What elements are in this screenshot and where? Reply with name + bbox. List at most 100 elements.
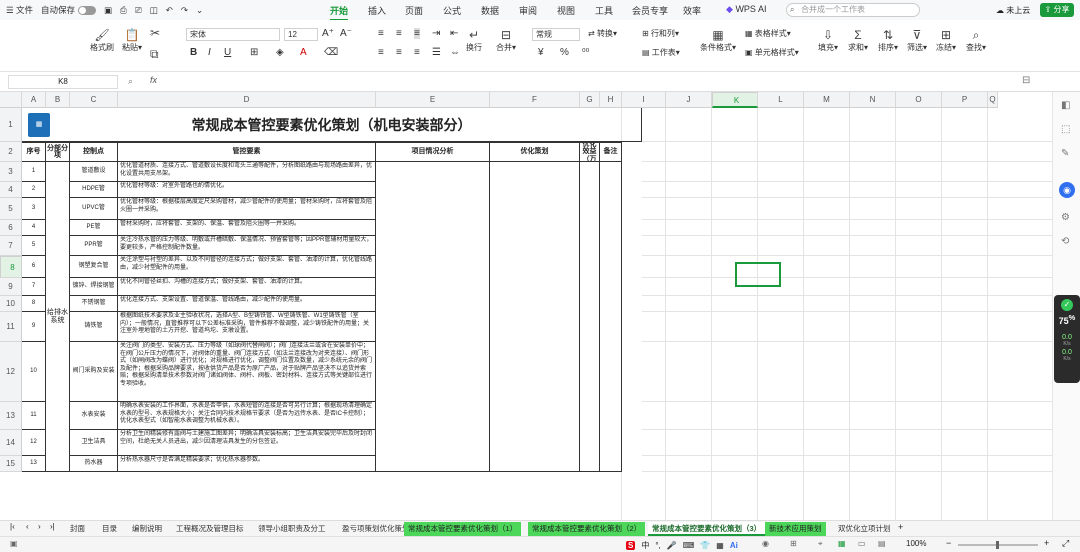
prev-sheet-icon[interactable]: ‹ xyxy=(26,522,29,531)
page-layout-icon[interactable]: ▭ xyxy=(858,539,866,548)
row-header-7[interactable]: 7 xyxy=(0,236,22,256)
sheet-tab-cost-2[interactable]: 常规成本管控要素优化策划（2） xyxy=(528,522,646,536)
copy-icon[interactable]: ⧉ xyxy=(150,47,159,61)
sum-button[interactable]: Σ 求和▾ xyxy=(848,28,868,53)
row-header-13[interactable]: 13 xyxy=(0,402,22,430)
row-no[interactable]: 11 xyxy=(22,402,46,430)
row-header-15[interactable]: 15 xyxy=(0,456,22,472)
row-header-9[interactable]: 9 xyxy=(0,278,22,296)
row-header-2[interactable]: 2 xyxy=(0,142,22,162)
row-header-10[interactable]: 10 xyxy=(0,296,22,312)
backup-icon[interactable]: ⟲ xyxy=(1061,236,1069,247)
next-sheet-icon[interactable]: › xyxy=(38,522,41,531)
justify-icon[interactable]: ☰ xyxy=(432,47,441,58)
undo-icon[interactable]: ↶ xyxy=(166,5,173,16)
select-icon[interactable]: ⬚ xyxy=(1061,124,1070,135)
freeze-button[interactable]: ⊞ 冻结▾ xyxy=(936,28,956,53)
convert-button[interactable]: ⇄ 转换▾ xyxy=(588,28,617,39)
control-point[interactable]: 不锈钢管 xyxy=(70,296,118,312)
font-grow-icon[interactable]: A⁺ xyxy=(322,28,334,39)
bold-icon[interactable]: B xyxy=(190,47,197,58)
spreadsheet-grid[interactable]: ABCDEFGHIJKLMNOPQ 1 2 3 4 5 6 7 8 9 10 11 12 13 14 15 … xyxy=(0,92,1052,520)
merge-button[interactable]: ⊟ 合并▾ xyxy=(496,28,516,53)
zoom-in-icon[interactable]: + xyxy=(1044,538,1049,548)
tab-tools[interactable]: 工具 xyxy=(595,4,613,17)
distribute-icon[interactable]: ⇔ xyxy=(450,47,460,58)
row-no[interactable]: 2 xyxy=(22,182,46,198)
share-button[interactable]: ⇪ 分享 xyxy=(1040,3,1074,17)
row-header-5[interactable]: 5 xyxy=(0,198,22,220)
align-center-icon[interactable]: ≡ xyxy=(396,47,402,58)
focus-icon[interactable]: ⌖ xyxy=(818,539,823,549)
row-header-12[interactable]: 12 xyxy=(0,342,22,402)
project-analysis-column[interactable] xyxy=(376,162,490,472)
column-header-N[interactable]: N xyxy=(850,92,896,108)
tab-view[interactable]: 视图 xyxy=(557,4,575,17)
style-icon[interactable]: ✎ xyxy=(1061,148,1069,159)
column-header-I[interactable]: I xyxy=(622,92,666,108)
indent-icon[interactable]: ⇥ xyxy=(432,28,440,39)
row-header-8[interactable]: 8 xyxy=(0,256,22,278)
row-no[interactable]: 1 xyxy=(22,162,46,182)
autosave[interactable]: 自动保存 xyxy=(41,4,97,16)
control-point[interactable]: 阀门采购及安装 xyxy=(70,342,118,402)
control-point[interactable]: 卫生洁具 xyxy=(70,430,118,456)
property-icon[interactable]: ⚙ xyxy=(1061,212,1070,223)
page-break-icon[interactable]: ▤ xyxy=(878,539,886,548)
column-header-F[interactable]: F xyxy=(490,92,580,108)
align-top-icon[interactable]: ≡ xyxy=(378,28,384,39)
column-header-J[interactable]: J xyxy=(666,92,712,108)
header-no[interactable]: 序号 xyxy=(22,142,46,162)
column-header-B[interactable]: B xyxy=(46,92,70,108)
column-header-K[interactable]: K xyxy=(712,92,758,108)
table-style-button[interactable]: ▦ 表格样式▾ xyxy=(745,28,791,39)
align-middle-icon[interactable]: ≡ xyxy=(396,28,402,39)
row-no[interactable]: 3 xyxy=(22,198,46,220)
remark-column[interactable] xyxy=(600,162,622,472)
tab-insert[interactable]: 插入 xyxy=(368,4,386,17)
cell-style-button[interactable]: ▣ 单元格样式▾ xyxy=(745,47,799,58)
zoom-out-icon[interactable]: − xyxy=(946,538,951,548)
sheet-tab-notes[interactable]: 编制说明 xyxy=(128,522,166,536)
worksheet-button[interactable]: ▤ 工作表▾ xyxy=(642,47,680,58)
outdent-icon[interactable]: ⇤ xyxy=(450,28,458,39)
header-control-point[interactable]: 控制点 xyxy=(70,142,118,162)
align-right-icon[interactable]: ≡ xyxy=(414,47,420,58)
search-input[interactable]: ⌕ 合并成一个工作表 xyxy=(786,3,920,17)
tab-wps-ai[interactable]: ◆ WPS AI xyxy=(726,4,766,15)
function-icon[interactable]: fx xyxy=(150,75,157,85)
font-name-select[interactable]: 宋体 xyxy=(186,28,280,41)
sort-button[interactable]: ⇅ 排序▾ xyxy=(878,28,898,53)
more-icon[interactable]: ⌄ xyxy=(196,5,203,16)
column-header-M[interactable]: M xyxy=(804,92,850,108)
save-icon[interactable]: ▣ xyxy=(104,5,112,16)
file-menu[interactable]: 文件 xyxy=(16,4,33,16)
formula-input[interactable] xyxy=(170,74,1020,90)
control-point[interactable]: 水表安装 xyxy=(70,402,118,430)
row-header-4[interactable]: 4 xyxy=(0,182,22,198)
fill-button[interactable]: ⇩ 填充▾ xyxy=(818,28,838,53)
zoom-level[interactable]: 100% xyxy=(906,539,926,548)
conditional-format-button[interactable]: ▦ 条件格式▾ xyxy=(700,28,736,53)
export-icon[interactable]: ⎙ xyxy=(120,5,127,16)
row-no[interactable]: 13 xyxy=(22,456,46,472)
name-box[interactable]: K8 xyxy=(8,75,118,89)
control-elements[interactable]: 优化连接方式、支架设置、管道保温、管线路由，减少配件的使用量。 xyxy=(118,296,376,312)
tab-formula[interactable]: 公式 xyxy=(443,4,461,17)
font-color-icon[interactable]: A xyxy=(300,47,307,58)
column-header-G[interactable]: G xyxy=(580,92,600,108)
control-elements[interactable]: 关注涂塑与衬塑的差异、以及不同管径的连接方式；做好支架、套管、油漆的计算，优化管… xyxy=(118,256,376,278)
row-no[interactable]: 7 xyxy=(22,278,46,296)
number-format-select[interactable]: 常规 xyxy=(532,28,580,41)
zoom-slider-thumb[interactable] xyxy=(996,541,999,549)
border-icon[interactable]: ⊞ xyxy=(250,47,258,58)
normal-view-icon[interactable]: ▦ xyxy=(838,539,846,548)
control-point[interactable]: 铸铁管 xyxy=(70,312,118,342)
cloud-status[interactable]: ☁ 未上云 xyxy=(996,5,1030,16)
column-header-P[interactable]: P xyxy=(942,92,988,108)
panel-toggle-icon[interactable]: ◧ xyxy=(1061,100,1070,111)
sheet-tab-leaders[interactable]: 领导小组职责及分工 xyxy=(254,522,330,536)
control-point[interactable]: 钢塑复合管 xyxy=(70,256,118,278)
expand-formula-icon[interactable]: ⊟ xyxy=(1022,75,1030,86)
macro-icon[interactable]: ▣ xyxy=(10,539,18,548)
